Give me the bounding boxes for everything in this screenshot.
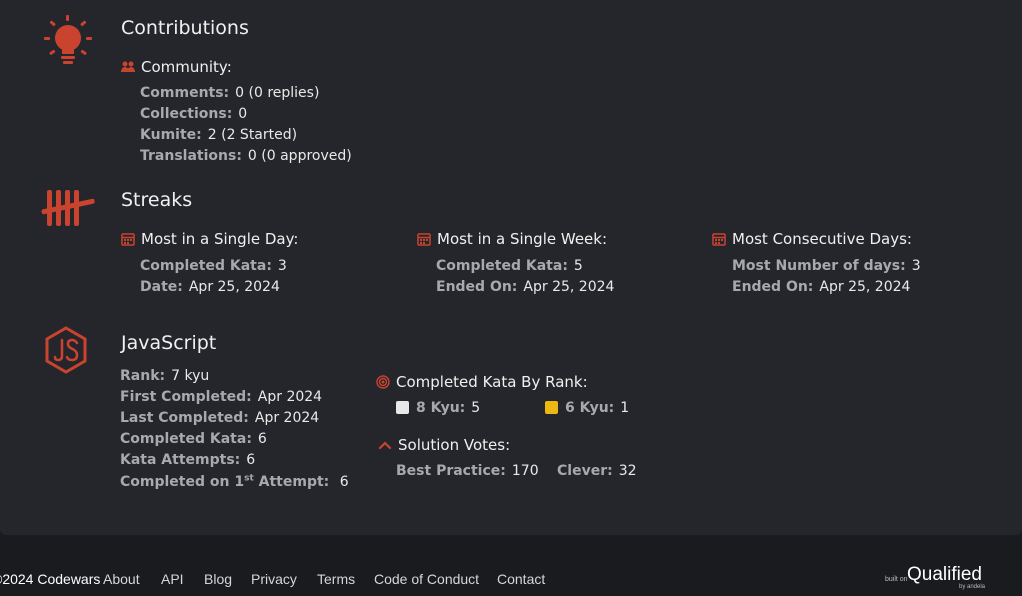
- votes-heading: Solution Votes:: [378, 436, 510, 454]
- streaks-title: Streaks: [121, 189, 193, 211]
- target-icon: [376, 375, 390, 389]
- footer-link-api[interactable]: API: [161, 571, 184, 587]
- streak-day-label: Most in a Single Day:: [141, 230, 299, 248]
- comments-row: Comments: 0 (0 replies): [140, 85, 320, 101]
- tally-marks-icon: [41, 188, 95, 228]
- profile-stats-panel: Contributions Community: Comments: 0 (0 r…: [0, 0, 1022, 535]
- community-label: Community:: [141, 58, 232, 76]
- by-rank-heading: Completed Kata By Rank:: [376, 373, 588, 391]
- footer-link-about[interactable]: About: [103, 571, 140, 587]
- translations-row: Translations: 0 (0 approved): [140, 148, 352, 164]
- footer-link-privacy[interactable]: Privacy: [251, 571, 297, 587]
- streak-consecutive-heading: Most Consecutive Days:: [712, 230, 912, 248]
- first-attempt-row: Completed on 1st Attempt: 6: [120, 473, 349, 490]
- kata-attempts-row: Kata Attempts: 6: [120, 452, 256, 468]
- streak-week-label: Most in a Single Week:: [437, 230, 608, 248]
- calendar-icon: [712, 232, 726, 246]
- calendar-icon: [121, 232, 135, 246]
- streak-consecutive-days-row: Most Number of days: 3: [732, 258, 921, 274]
- footer-link-code-of-conduct[interactable]: Code of Conduct: [374, 571, 479, 587]
- streak-consecutive-ended-row: Ended On: Apr 25, 2024: [732, 279, 911, 295]
- footer-link-terms[interactable]: Terms: [317, 571, 355, 587]
- streak-week-kata-row: Completed Kata: 5: [436, 258, 583, 274]
- streak-day-date-row: Date: Apr 25, 2024: [140, 279, 280, 295]
- streak-week-ended-row: Ended On: Apr 25, 2024: [436, 279, 615, 295]
- clever-row: Clever: 32: [557, 463, 637, 479]
- footer-link-contact[interactable]: Contact: [497, 571, 545, 587]
- rank-8kyu-row: 8 Kyu: 5: [396, 400, 480, 416]
- chevron-up-icon: [378, 438, 392, 452]
- rank-6kyu-badge-icon: [545, 401, 558, 414]
- javascript-hexagon-icon: [44, 326, 88, 374]
- qualified-logo[interactable]: built on Qualified by andela: [880, 564, 1000, 592]
- users-icon: [121, 60, 135, 74]
- footer-link-blog[interactable]: Blog: [204, 571, 232, 587]
- rank-6kyu-row: 6 Kyu: 1: [545, 400, 629, 416]
- kumite-row: Kumite: 2 (2 Started): [140, 127, 298, 143]
- best-practice-row: Best Practice: 170: [396, 463, 539, 479]
- streak-day-heading: Most in a Single Day:: [121, 230, 298, 248]
- first-completed-row: First Completed: Apr 2024: [120, 389, 323, 405]
- votes-label: Solution Votes:: [398, 436, 511, 454]
- javascript-title: JavaScript: [121, 332, 217, 354]
- lightbulb-icon: [42, 14, 94, 68]
- calendar-icon: [417, 232, 431, 246]
- collections-row: Collections: 0: [140, 106, 248, 122]
- copyright: ©2024 Codewars: [0, 571, 101, 587]
- footer: ©2024 Codewars About API Blog Privacy Te…: [0, 568, 1022, 590]
- last-completed-row: Last Completed: Apr 2024: [120, 410, 320, 426]
- streak-day-kata-row: Completed Kata: 3: [140, 258, 287, 274]
- rank-8kyu-badge-icon: [396, 401, 409, 414]
- streak-week-heading: Most in a Single Week:: [417, 230, 607, 248]
- contributions-title: Contributions: [121, 17, 249, 39]
- completed-kata-row: Completed Kata: 6: [120, 431, 267, 447]
- rank-row: Rank: 7 kyu: [120, 368, 210, 384]
- streak-consecutive-label: Most Consecutive Days:: [732, 230, 912, 248]
- community-heading: Community:: [121, 58, 232, 76]
- by-rank-label: Completed Kata By Rank:: [396, 373, 588, 391]
